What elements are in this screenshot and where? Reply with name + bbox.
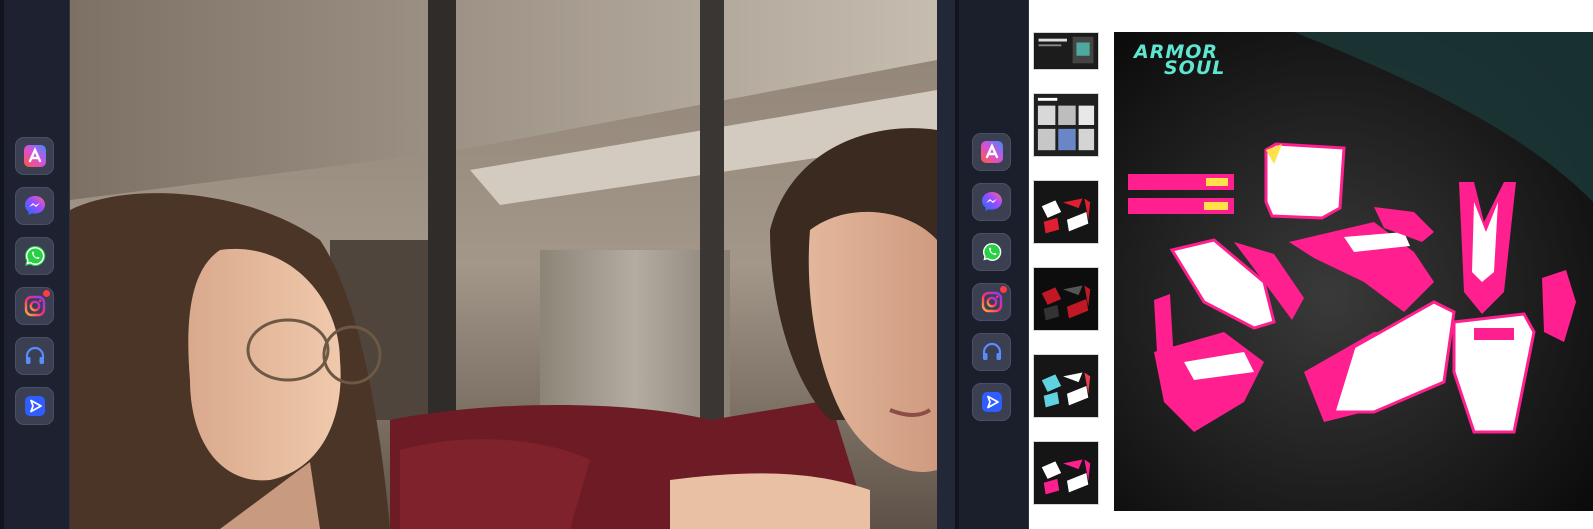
thumbnail-dark-red-kit[interactable] (1033, 267, 1099, 331)
thumbnail-red-kit[interactable] (1033, 180, 1099, 244)
thumbnail-teal-kit[interactable] (1033, 354, 1099, 418)
whatsapp-app-button[interactable] (972, 233, 1011, 271)
messenger-app-button[interactable] (972, 183, 1011, 221)
whatsapp-icon (982, 243, 1001, 261)
thumbnail-info-sheet[interactable] (1033, 32, 1099, 70)
messenger-icon (981, 192, 1002, 211)
whatsapp-icon (24, 245, 45, 266)
thumbnail-list (1033, 32, 1099, 505)
screen: ARMOR SOUL (0, 0, 1593, 529)
video-call-frame[interactable] (70, 0, 937, 529)
thumbnail-image (1034, 181, 1098, 243)
send-app-button[interactable] (15, 387, 54, 425)
instagram-icon (24, 295, 45, 317)
artstation-icon (980, 141, 1003, 163)
send-app-button[interactable] (972, 383, 1011, 421)
thumbnail-image (1034, 94, 1098, 156)
brand-logo-line2: SOUL (1164, 57, 1226, 79)
thumbnail-pink-kit[interactable] (1033, 441, 1099, 505)
messenger-icon (24, 196, 45, 215)
thumbnail-image (1034, 268, 1098, 330)
instagram-app-button[interactable] (15, 287, 54, 325)
artstation-app-button[interactable] (972, 133, 1011, 171)
notification-badge (1000, 286, 1007, 293)
thumbnail-image (1034, 355, 1098, 417)
thumbnail-image (1034, 442, 1098, 504)
artstation-app-button[interactable] (15, 137, 54, 175)
whatsapp-app-button[interactable] (15, 237, 54, 275)
headphones-app-button[interactable] (15, 337, 54, 375)
play-send-icon (981, 392, 1002, 412)
artstation-icon (23, 145, 46, 167)
messenger-app-button[interactable] (15, 187, 54, 225)
instagram-icon (981, 291, 1002, 313)
product-main-image[interactable]: ARMOR SOUL (1114, 32, 1593, 511)
headphones-app-button[interactable] (972, 333, 1011, 371)
headphones-icon (25, 346, 44, 364)
second-app-dock (955, 0, 1029, 529)
headphones-icon (982, 342, 1001, 360)
thumbnail-image (1034, 33, 1098, 69)
instagram-app-button[interactable] (972, 283, 1011, 321)
video-image (70, 0, 937, 529)
thumbnail-install-guide[interactable] (1033, 93, 1099, 157)
notification-badge (43, 290, 50, 297)
divider-bar (937, 0, 955, 529)
play-send-icon (24, 396, 45, 416)
left-app-dock (0, 0, 70, 529)
brand-logo: ARMOR SOUL (1134, 43, 1226, 79)
product-gallery: ARMOR SOUL (1029, 0, 1593, 529)
graphics-kit-image (1114, 32, 1593, 511)
